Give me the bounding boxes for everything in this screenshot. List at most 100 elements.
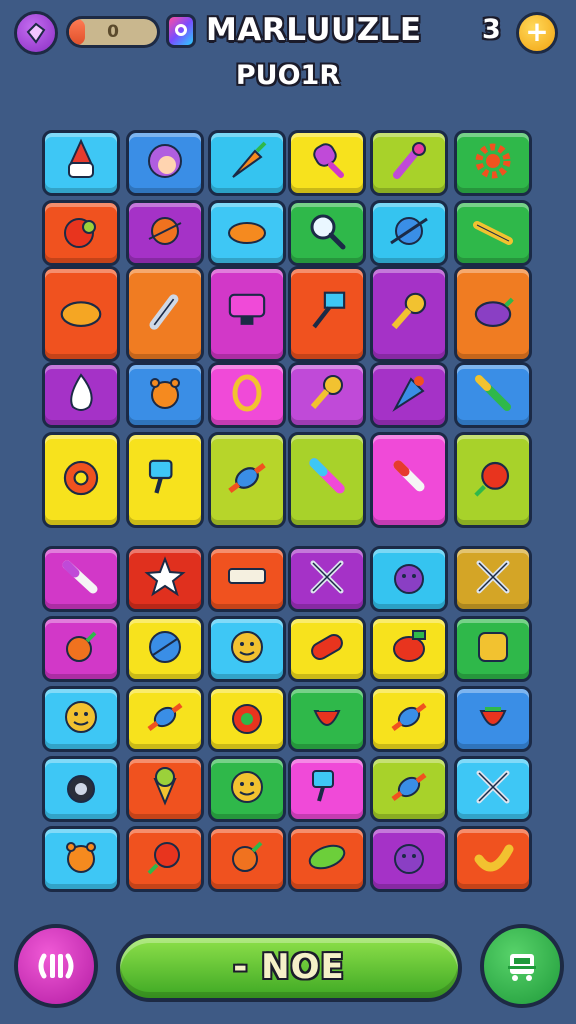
tile[interactable] (208, 616, 286, 682)
tile[interactable] (288, 362, 366, 428)
tile[interactable] (454, 616, 532, 682)
tile[interactable] (370, 362, 448, 428)
gem-button[interactable] (14, 11, 58, 55)
tile[interactable] (126, 616, 204, 682)
tile[interactable] (208, 432, 286, 528)
tile[interactable] (454, 826, 532, 892)
tile[interactable] (370, 200, 448, 266)
tile[interactable] (42, 266, 120, 362)
tile[interactable] (208, 826, 286, 892)
tile[interactable] (370, 432, 448, 528)
gear-icon (465, 133, 521, 193)
tile[interactable] (370, 756, 448, 822)
tile[interactable] (288, 826, 366, 892)
gnome-icon (53, 133, 109, 193)
brush-icon (381, 133, 437, 193)
radish-icon (53, 619, 109, 679)
signpost-icon (297, 282, 357, 346)
tile[interactable] (370, 616, 448, 682)
top-bar: 0 MARLUUZLE PUO1R 3 + (0, 0, 576, 110)
planet-icon (137, 203, 193, 263)
tile[interactable] (126, 756, 204, 822)
tile[interactable] (126, 432, 204, 528)
pause-button[interactable] (14, 924, 98, 1008)
monitor-icon (217, 282, 277, 346)
tile[interactable] (126, 130, 204, 196)
tile[interactable] (454, 686, 532, 752)
tile[interactable] (454, 200, 532, 266)
tile[interactable] (42, 200, 120, 266)
candy-icon (381, 689, 437, 749)
tile[interactable] (42, 616, 120, 682)
key-icon (299, 365, 355, 425)
puzzle-board (42, 130, 534, 898)
monster-icon (381, 549, 437, 609)
pencil-icon (465, 203, 521, 263)
tile[interactable] (288, 616, 366, 682)
tile[interactable] (42, 826, 120, 892)
face-icon (137, 133, 193, 193)
tile[interactable] (42, 546, 120, 612)
tile[interactable] (42, 362, 120, 428)
paint-icon (299, 759, 355, 819)
tile[interactable] (126, 826, 204, 892)
tile[interactable] (370, 546, 448, 612)
main-action-button[interactable]: - NOE (116, 934, 462, 1002)
tile[interactable] (288, 546, 366, 612)
candy-icon (137, 689, 193, 749)
strawberry-icon (299, 689, 355, 749)
tile[interactable] (208, 130, 286, 196)
tile[interactable] (208, 546, 286, 612)
tile[interactable] (126, 362, 204, 428)
lives-count: 3 (482, 14, 501, 45)
tile[interactable] (42, 756, 120, 822)
cloud-icon (51, 282, 111, 346)
bear-icon (53, 829, 109, 889)
tile[interactable] (454, 130, 532, 196)
add-lives-button[interactable]: + (516, 12, 558, 54)
tile[interactable] (208, 266, 286, 362)
rocket-icon (135, 282, 195, 346)
tile[interactable] (288, 266, 366, 362)
tile[interactable] (208, 756, 286, 822)
tile[interactable] (370, 130, 448, 196)
tile[interactable] (126, 266, 204, 362)
tile[interactable] (454, 432, 532, 528)
tile[interactable] (288, 200, 366, 266)
tile[interactable] (454, 266, 532, 362)
tile[interactable] (370, 266, 448, 362)
tile[interactable] (126, 546, 204, 612)
tile[interactable] (454, 756, 532, 822)
tile[interactable] (42, 686, 120, 752)
candy-icon (217, 448, 277, 512)
toast-icon (465, 619, 521, 679)
ruler-icon (219, 549, 275, 609)
tile[interactable] (208, 686, 286, 752)
capsule-icon (299, 619, 355, 679)
shop-button[interactable] (480, 924, 564, 1008)
tile[interactable] (208, 200, 286, 266)
tile[interactable] (288, 686, 366, 752)
tile[interactable] (208, 362, 286, 428)
tile[interactable] (288, 756, 366, 822)
tile[interactable] (126, 200, 204, 266)
cross-icon (465, 549, 521, 609)
tile[interactable] (454, 546, 532, 612)
banana-icon (465, 829, 521, 889)
planet-ring-icon (381, 203, 437, 263)
tile[interactable] (288, 130, 366, 196)
eggplant-icon (463, 282, 523, 346)
ball-icon (137, 619, 193, 679)
tile[interactable] (126, 686, 204, 752)
camera-app-icon[interactable] (166, 14, 196, 48)
tile[interactable] (370, 686, 448, 752)
tile[interactable] (288, 432, 366, 528)
bear-icon (137, 365, 193, 425)
tile[interactable] (42, 432, 120, 528)
leaf-icon (299, 829, 355, 889)
tile[interactable] (454, 362, 532, 428)
berry-icon (137, 829, 193, 889)
tile[interactable] (42, 130, 120, 196)
tile[interactable] (370, 826, 448, 892)
syringe-icon (465, 365, 521, 425)
